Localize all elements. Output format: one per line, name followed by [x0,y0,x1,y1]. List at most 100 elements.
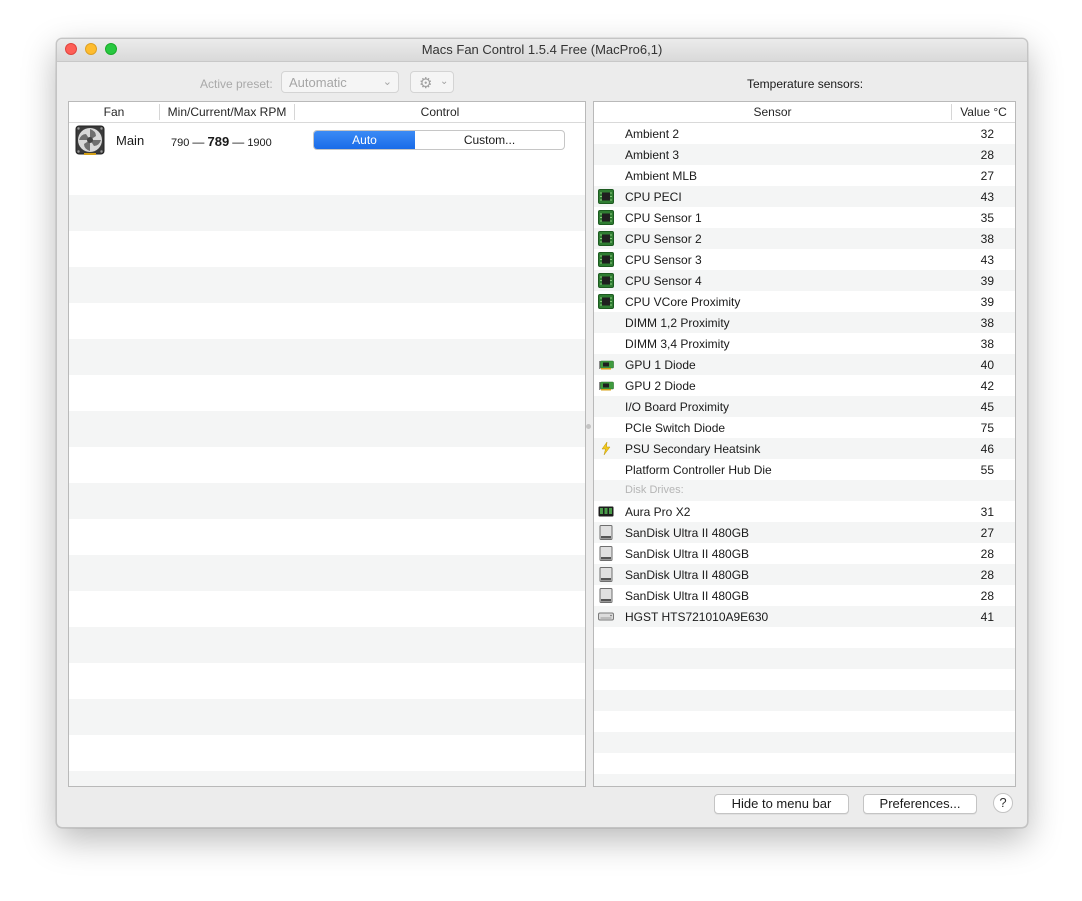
sensor-value: 28 [980,589,994,603]
table-row[interactable]: DIMM 3,4 Proximity 38 [594,333,1015,354]
temperature-sensors-heading: Temperature sensors: [747,77,864,91]
rpm-separator: — [232,135,245,149]
table-row[interactable]: Aura Pro X2 31 [594,501,1015,522]
sensor-name: PCIe Switch Diode [625,421,726,435]
fan-current-rpm: 789 [207,134,230,149]
table-row[interactable]: SanDisk Ultra II 480GB 28 [594,564,1015,585]
gear-menu-button[interactable]: ⚙ ⌄ [410,71,454,93]
sensor-name: Aura Pro X2 [625,505,691,519]
sensor-value: 31 [980,505,994,519]
sensor-name: CPU Sensor 1 [625,211,702,225]
sensor-value: 39 [980,295,994,309]
ssd-module-icon [598,504,614,519]
sensor-value: 38 [980,337,994,351]
fan-min-rpm: 790 [171,137,190,149]
active-preset-label: Active preset: [200,77,273,91]
sensor-name: SanDisk Ultra II 480GB [625,547,750,561]
preset-select[interactable]: Automatic ⌄ [281,71,399,93]
table-row[interactable]: HGST HTS721010A9E630 41 [594,606,1015,627]
sensor-name: SanDisk Ultra II 480GB [625,568,750,582]
gpu-card-icon [598,357,614,372]
fan-name: Main [116,133,145,148]
sensor-name: DIMM 3,4 Proximity [625,337,730,351]
column-header-rpm[interactable]: Min/Current/Max RPM [160,105,294,119]
sensor-value: 75 [980,421,994,435]
table-row[interactable]: SanDisk Ultra II 480GB 28 [594,543,1015,564]
gpu-card-icon [598,378,614,393]
table-row[interactable]: CPU Sensor 4 39 [594,270,1015,291]
app-window: Macs Fan Control 1.5.4 Free (MacPro6,1) … [56,38,1028,828]
column-header-value[interactable]: Value °C [952,105,1015,119]
table-row[interactable]: CPU PECI 43 [594,186,1015,207]
table-row[interactable]: PCIe Switch Diode 75 [594,417,1015,438]
sensor-value: 40 [980,358,994,372]
fan-control-segmented: Auto Custom... [313,130,565,150]
table-row[interactable]: Main 790 — 789 — 1900 Auto Custom... [69,123,585,159]
hdd-icon [598,609,614,624]
fan-max-rpm: 1900 [247,137,272,149]
custom-control-button[interactable]: Custom... [415,131,564,149]
drive-icon [598,525,614,540]
cpu-chip-icon [598,252,614,267]
title-bar[interactable]: Macs Fan Control 1.5.4 Free (MacPro6,1) [57,39,1027,62]
sensor-value: 27 [980,526,994,540]
sensor-name: CPU VCore Proximity [625,295,741,309]
column-header-sensor[interactable]: Sensor [594,105,951,119]
cpu-chip-icon [598,273,614,288]
table-row[interactable]: GPU 1 Diode 40 [594,354,1015,375]
disk-drives-section-header: Disk Drives: [594,480,1015,501]
help-button[interactable]: ? [993,793,1013,813]
sensor-value: 35 [980,211,994,225]
sensor-value: 41 [980,610,994,624]
lightning-icon [598,441,614,456]
cpu-chip-icon [598,231,614,246]
sensor-value: 38 [980,316,994,330]
preferences-button[interactable]: Preferences... [863,794,977,814]
sensor-name: DIMM 1,2 Proximity [625,316,730,330]
row-stripes [69,159,585,786]
sensor-name: GPU 2 Diode [625,379,696,393]
sensor-table-rows: Ambient 2 32 Ambient 3 28 Ambient MLB 27 CPU P… [594,123,1015,786]
gear-icon: ⚙ [419,75,433,92]
sensor-name: CPU Sensor 4 [625,274,702,288]
sensor-table-header: Sensor Value °C [594,102,1015,123]
sensor-value: 27 [980,169,994,183]
fan-rpm-readout: 790 — 789 — 1900 [171,134,272,149]
sensor-value: 45 [980,400,994,414]
table-row[interactable]: Ambient MLB 27 [594,165,1015,186]
column-header-fan[interactable]: Fan [69,105,159,119]
sensor-name: Ambient MLB [625,169,698,183]
chevron-down-icon: ⌄ [440,76,449,87]
drive-icon [598,546,614,561]
table-row[interactable]: I/O Board Proximity 45 [594,396,1015,417]
table-row[interactable]: Ambient 2 32 [594,123,1015,144]
rpm-separator: — [192,135,205,149]
sensor-value: 42 [980,379,994,393]
sensor-value: 46 [980,442,994,456]
table-row[interactable]: CPU Sensor 2 38 [594,228,1015,249]
table-row[interactable]: SanDisk Ultra II 480GB 28 [594,585,1015,606]
auto-control-button[interactable]: Auto [314,131,415,149]
hide-to-menu-bar-button[interactable]: Hide to menu bar [714,794,849,814]
table-row[interactable]: CPU Sensor 1 35 [594,207,1015,228]
table-row[interactable]: Ambient 3 28 [594,144,1015,165]
cpu-chip-icon [598,189,614,204]
window-title: Macs Fan Control 1.5.4 Free (MacPro6,1) [421,42,663,57]
split-view-divider-handle[interactable] [586,424,591,429]
section-label: Disk Drives: [625,484,684,496]
table-row[interactable]: PSU Secondary Heatsink 46 [594,438,1015,459]
sensor-name: CPU Sensor 3 [625,253,702,267]
column-header-control[interactable]: Control [295,105,585,119]
table-row[interactable]: SanDisk Ultra II 480GB 27 [594,522,1015,543]
table-row[interactable]: GPU 2 Diode 42 [594,375,1015,396]
table-row[interactable]: DIMM 1,2 Proximity 38 [594,312,1015,333]
table-row[interactable]: Platform Controller Hub Die 55 [594,459,1015,480]
table-row[interactable]: CPU Sensor 3 43 [594,249,1015,270]
drive-icon [598,588,614,603]
table-row[interactable]: CPU VCore Proximity 39 [594,291,1015,312]
sensor-value: 55 [980,463,994,477]
sensor-value: 39 [980,274,994,288]
preset-select-value: Automatic [289,75,347,90]
sensor-value: 32 [980,127,994,141]
sensor-value: 43 [980,253,994,267]
